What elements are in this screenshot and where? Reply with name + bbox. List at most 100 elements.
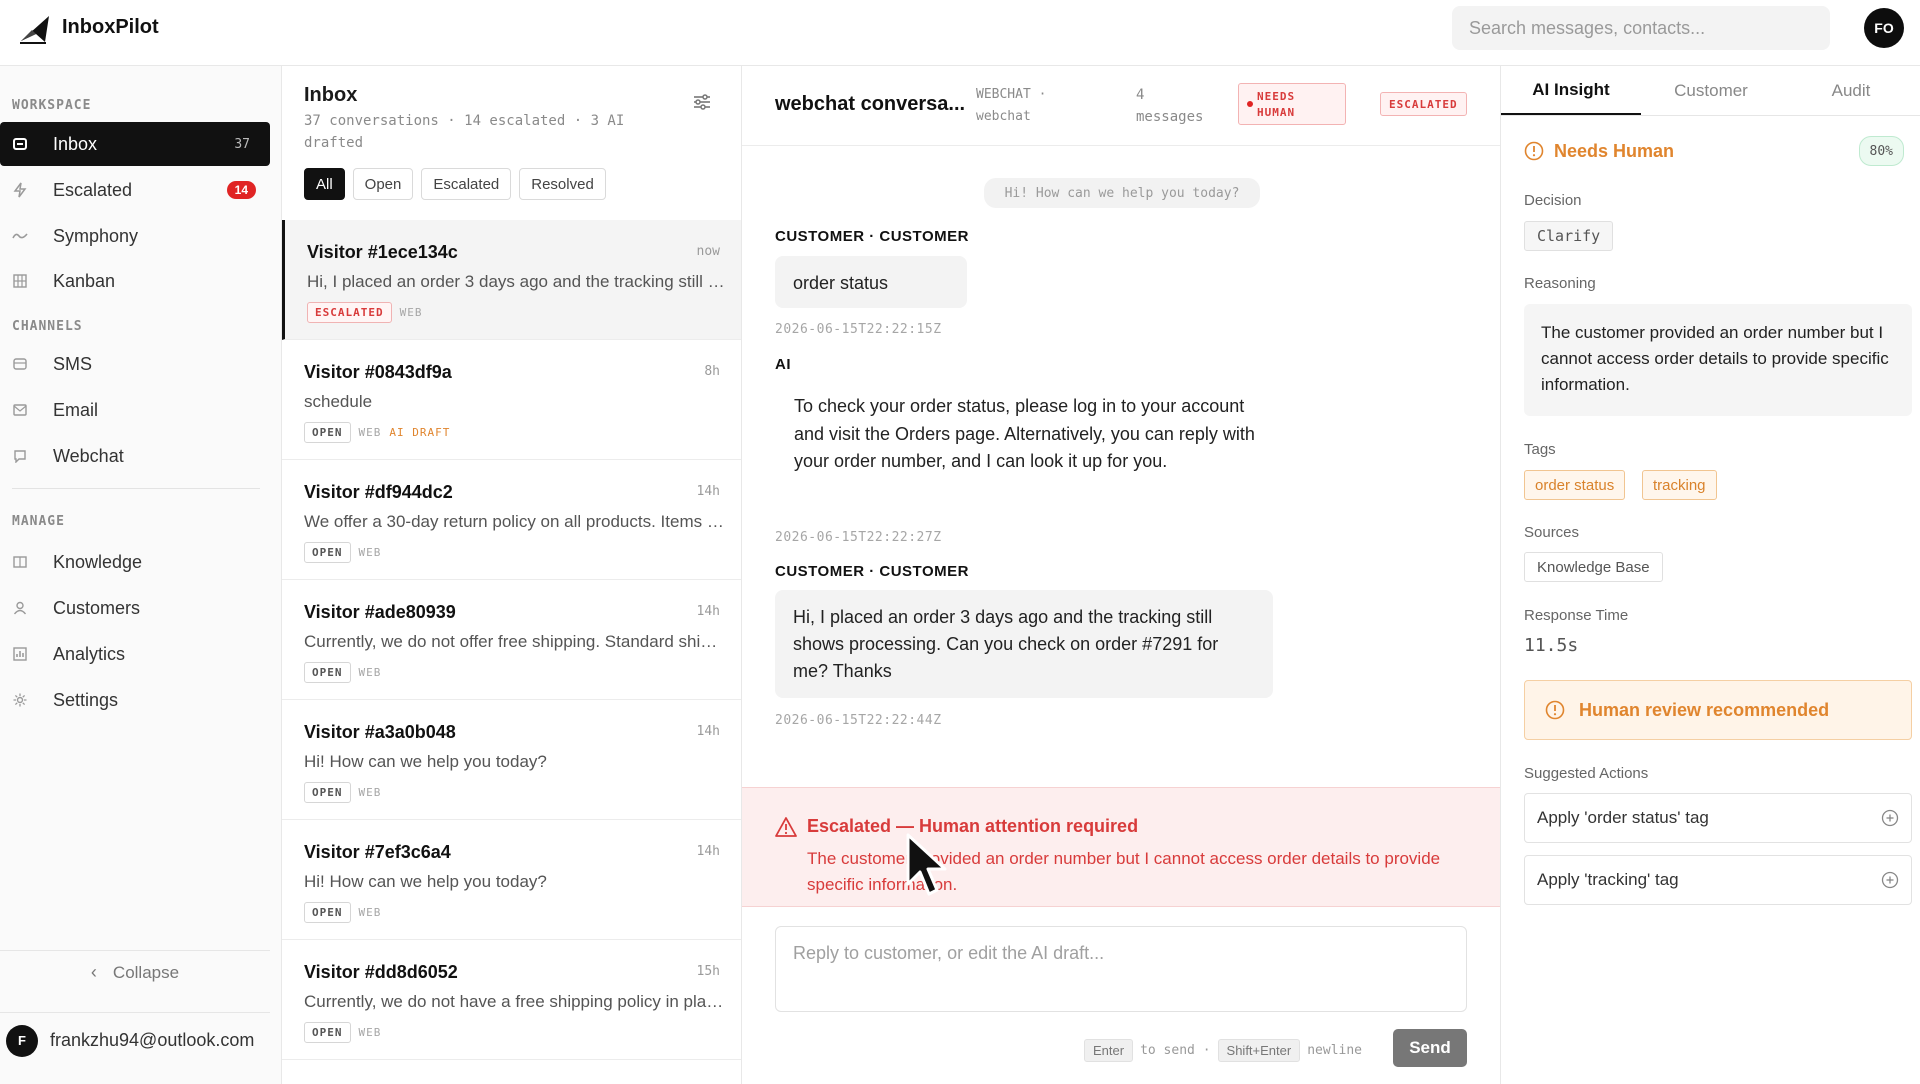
tab-audit[interactable]: Audit <box>1781 66 1920 115</box>
mouse-cursor-icon <box>906 833 947 896</box>
suggested-action[interactable]: Apply 'tracking' tag <box>1524 855 1912 905</box>
conversation-time: 14h <box>696 484 720 499</box>
bolt-icon <box>12 182 28 198</box>
conversation-preview: Currently, we do not have a free shippin… <box>304 992 724 1011</box>
plus-circle-icon[interactable] <box>1881 871 1899 889</box>
ai-draft-label: AI DRAFT <box>389 426 451 439</box>
source-chip[interactable]: Knowledge Base <box>1524 552 1663 582</box>
response-time-label: Response Time <box>1524 607 1629 624</box>
channel-label: WEB <box>358 786 382 799</box>
conversation-item[interactable]: Visitor #dd8d6052 15h Currently, we do n… <box>282 940 741 1060</box>
inbox-icon <box>12 136 28 152</box>
conversation-preview: We offer a 30-day return policy on all p… <box>304 512 724 531</box>
tab-customer[interactable]: Customer <box>1641 66 1781 115</box>
status-badge: OPEN <box>304 782 351 803</box>
sidebar-item-settings[interactable]: Settings <box>0 678 270 722</box>
collapse-button[interactable]: ‹ Collapse <box>0 950 270 994</box>
channel-label: WEB <box>358 1026 382 1039</box>
status-badge: OPEN <box>304 422 351 443</box>
user-avatar-small: F <box>6 1024 38 1057</box>
suggested-action[interactable]: Apply 'order status' tag <box>1524 793 1912 843</box>
sms-icon <box>12 356 28 372</box>
filter-settings-icon[interactable] <box>690 90 714 114</box>
conversation-item[interactable]: Visitor #df944dc2 14h We offer a 30-day … <box>282 460 741 580</box>
conversation-time: 14h <box>696 844 720 859</box>
conversation-item[interactable]: Visitor #7ef3c6a4 14h Hi! How can we hel… <box>282 820 741 940</box>
conversation-name: Visitor #a3a0b048 <box>304 722 456 742</box>
sources-label: Sources <box>1524 524 1580 541</box>
conversation-time: 14h <box>696 604 720 619</box>
tag-chip[interactable]: tracking <box>1642 470 1717 500</box>
status-badge: ESCALATED <box>1380 92 1467 116</box>
inbox-summary: 37 conversations · 14 escalated · 3 AI d… <box>304 113 625 151</box>
message-sender: CUSTOMER · CUSTOMER <box>775 228 969 245</box>
filter-tabs: All Open Escalated Resolved <box>304 168 606 200</box>
warning-triangle-icon <box>775 817 797 837</box>
status-badge: ESCALATED <box>307 302 392 323</box>
inbox-title: Inbox <box>304 84 358 106</box>
conversation-item[interactable]: Visitor #1ece134c now Hi, I placed an or… <box>282 220 741 340</box>
sidebar-item-email[interactable]: Email <box>0 388 270 432</box>
filter-tab-escalated[interactable]: Escalated <box>421 168 512 200</box>
conversation-tags: OPEN WEB <box>304 542 381 563</box>
tags-label: Tags <box>1524 441 1556 458</box>
sidebar-item-label: Symphony <box>53 225 139 246</box>
conversation-list-panel: Inbox 37 conversations · 14 escalated · … <box>282 66 742 1084</box>
conversation-detail: webchat conversa... WEBCHAT · webchat 4 … <box>742 66 1500 1084</box>
filter-tab-all[interactable]: All <box>304 168 345 200</box>
sidebar-item-label: Email <box>53 399 99 420</box>
hint-text: to send · <box>1140 1043 1211 1058</box>
filter-tab-resolved[interactable]: Resolved <box>519 168 606 200</box>
message-count-number: 4 <box>1136 87 1145 103</box>
sidebar-item-label: Knowledge <box>53 551 143 572</box>
book-icon <box>12 554 28 570</box>
channel-type: WEBCHAT · <box>976 87 1047 102</box>
sidebar-item-webchat[interactable]: Webchat <box>0 434 270 478</box>
gear-icon <box>12 692 28 708</box>
conversation-item[interactable]: Visitor #0843df9a 8h schedule OPEN WEB A… <box>282 340 741 460</box>
sidebar-item-label: SMS <box>53 353 93 374</box>
sidebar-item-sms[interactable]: SMS <box>0 342 270 386</box>
section-label-workspace: WORKSPACE <box>12 98 92 113</box>
conversation-item[interactable]: Visitor #a3a0b048 14h Hi! How can we hel… <box>282 700 741 820</box>
send-button[interactable]: Send <box>1393 1029 1467 1067</box>
sidebar-divider <box>12 488 260 489</box>
user-avatar[interactable]: FO <box>1864 8 1904 48</box>
conversation-name: Visitor #dd8d6052 <box>304 962 458 982</box>
insight-status-label: Needs Human <box>1554 140 1675 161</box>
reply-input[interactable] <box>775 926 1467 1012</box>
conversation-tags: OPEN WEB <box>304 902 381 923</box>
filter-tab-open[interactable]: Open <box>352 168 414 200</box>
current-user[interactable]: F frankzhu94@outlook.com <box>0 1012 270 1068</box>
message-timestamp: 2026-06-15T22:22:15Z <box>775 322 942 337</box>
system-message: Hi! How can we help you today? <box>984 178 1260 208</box>
conversation-tags: OPEN WEB <box>304 1022 381 1043</box>
channel-label: WEB <box>358 666 382 679</box>
message-timestamp: 2026-06-15T22:22:44Z <box>775 713 942 728</box>
conversation-item[interactable]: Visitor #ade80939 14h Currently, we do n… <box>282 580 741 700</box>
sidebar-item-symphony[interactable]: Symphony <box>0 214 270 258</box>
reasoning-text: The customer provided an order number bu… <box>1524 304 1912 416</box>
sidebar-item-kanban[interactable]: Kanban <box>0 259 270 303</box>
chart-icon <box>12 646 28 662</box>
tag-chip[interactable]: order status <box>1524 470 1626 500</box>
suggested-actions-label: Suggested Actions <box>1524 765 1649 782</box>
message-count: 4 messages <box>1136 84 1203 128</box>
sidebar-item-analytics[interactable]: Analytics <box>0 632 270 676</box>
search-input[interactable] <box>1452 6 1830 50</box>
mail-icon <box>12 402 28 418</box>
insight-status: Needs Human 80% <box>1524 136 1914 166</box>
sidebar-item-customers[interactable]: Customers <box>0 586 270 630</box>
sidebar-item-knowledge[interactable]: Knowledge <box>0 540 270 584</box>
sidebar-item-label: Inbox <box>53 133 98 154</box>
conversation-name: Visitor #df944dc2 <box>304 482 453 502</box>
sidebar-item-inbox[interactable]: Inbox 37 <box>0 122 270 166</box>
tab-ai-insight[interactable]: AI Insight <box>1501 66 1641 115</box>
paper-plane-logo-icon[interactable] <box>18 12 52 46</box>
message-sender: AI <box>775 356 791 373</box>
sidebar-item-escalated[interactable]: Escalated 14 <box>0 168 270 212</box>
conversation-time: 14h <box>696 724 720 739</box>
plus-circle-icon[interactable] <box>1881 809 1899 827</box>
confidence-badge: 80% <box>1858 136 1904 166</box>
insight-tabs: AI Insight Customer Audit <box>1501 66 1920 116</box>
